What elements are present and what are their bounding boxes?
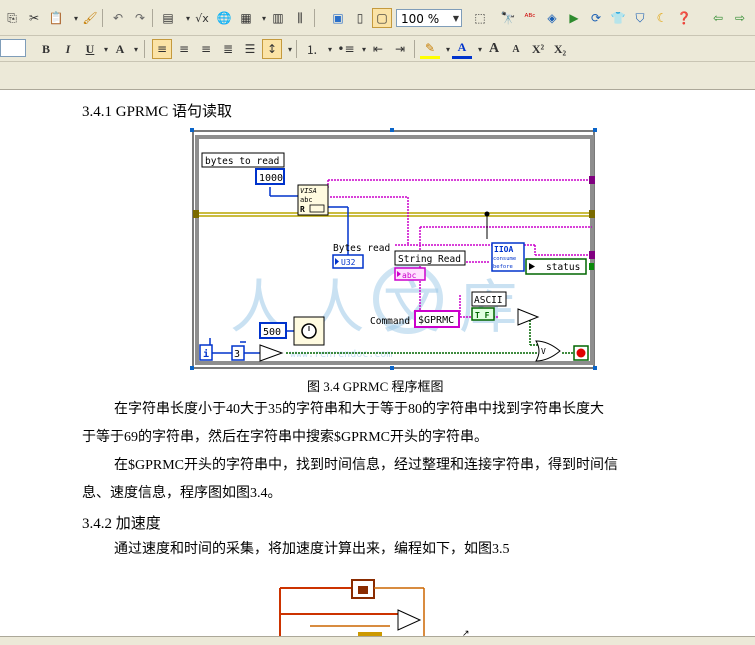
shield-icon[interactable]: ⛉ [630,8,650,28]
align-center-button[interactable]: ≡ [174,39,194,59]
formula-icon[interactable]: √x [192,8,212,28]
paragraph-1-line-1: 在字符串长度小于40大于35的字符串和大于等于80的字符串中找到字符串长度大 [114,402,604,417]
chart-icon[interactable]: ⫼ [290,8,310,28]
bullets-button[interactable]: •≡ [336,39,356,59]
toolbar-separator [102,9,103,27]
svg-text:bytes to read: bytes to read [205,156,279,167]
toolbar-separator [296,40,297,58]
watermark-url: www.renrendoc.com [290,349,392,360]
zoom-value: 100 % [401,12,440,26]
subscript-button[interactable]: X₂ [550,39,570,59]
help-icon[interactable]: ❓ [674,8,694,28]
svg-text:500: 500 [263,327,281,338]
line-spacing-dropdown-icon[interactable]: ▾ [280,39,300,59]
svg-text:1000: 1000 [259,173,283,184]
copy-icon[interactable]: ⎘ [2,8,22,28]
standard-toolbar: ⎘ ✂ 📋 ▾ 🖌 ↶ ↷ ▤ ▾ √x 🌐 ▦ ▾ ▥ ⫼ ▣ ▯ ▢ 100… [0,0,755,36]
numbering-button[interactable]: ⒈ [302,39,322,59]
table-insert-icon[interactable]: ▤ [158,8,178,28]
increase-indent-button[interactable]: ⇥ [390,39,410,59]
spellcheck-icon[interactable]: ᴬᴮᶜ [520,8,540,28]
svg-text:abc: abc [402,271,417,280]
align-right-button[interactable]: ≡ [196,39,216,59]
font-effects-dropdown-icon[interactable]: ▾ [126,39,146,59]
toolbar-separator [314,9,315,27]
svg-text:String Read: String Read [398,254,461,265]
font-size-field[interactable] [0,39,26,57]
svg-text:3: 3 [234,349,240,360]
comparison-node [517,308,540,326]
svg-text:status: status [546,262,580,273]
grid-icon[interactable]: ▦ [236,8,256,28]
svg-text:i: i [203,348,209,360]
show-hide-icon[interactable]: ▯ [350,8,370,28]
paragraph-2-line-2: 息、速度信息，程序图如图3.4。 [82,486,282,501]
justify-button[interactable]: ≣ [218,39,238,59]
bytes-read-label: Bytes read [333,243,390,254]
labview-block-diagram: 人 人 文 库 www.renrendoc.com bytes to read … [190,127,597,371]
paragraph-1-line-2: 于等于69的字符串，然后在字符串中搜索$GPRMC开头的字符串。 [82,430,489,445]
font-color-icon[interactable]: A [452,39,472,59]
columns-icon[interactable]: ▥ [268,8,288,28]
cut-icon[interactable]: ✂ [24,8,44,28]
select-objects-icon[interactable]: ⬚ [470,8,490,28]
paragraph-2-line-1: 在$GPRMC开头的字符串中，找到时间信息，经过整理和连接字符串，得到时间信 [114,458,619,473]
highlight-icon[interactable]: ✎ [420,39,440,59]
align-left-button[interactable]: ≡ [152,39,172,59]
paragraph-3: 通过速度和时间的采集，将加速度计算出来，编程如下，如图3.5 [114,542,510,557]
reading-layout-icon[interactable]: ▢ [372,8,392,28]
web-icon[interactable]: 🌐 [214,8,234,28]
svg-text:consume: consume [493,256,516,262]
binoculars-icon[interactable]: 🔭 [498,8,518,28]
chevron-down-icon: ▼ [452,14,459,23]
forward-icon[interactable]: ⇨ [730,8,750,28]
svg-text:ASCII: ASCII [474,295,503,306]
undo-icon[interactable]: ↶ [108,8,128,28]
ruler-band [0,62,755,90]
section-heading-3-4-2: 3.4.2 加速度 [82,516,161,532]
svg-text:T F: T F [475,311,490,320]
redo-icon[interactable]: ↷ [130,8,150,28]
refresh-icon[interactable]: ⟳ [586,8,606,28]
svg-text:IIOA: IIOA [494,245,513,254]
svg-text:R: R [300,205,305,214]
svg-text:U32: U32 [341,258,356,267]
figure-caption-3-4: 图 3.4 GPRMC 程序框图 [307,379,444,394]
formatting-toolbar: B I U ▾ A ▾ ≡ ≡ ≡ ≣ ☰ ↕ ▾ ⒈ ▾ •≡ ▾ ⇤ ⇥ ✎… [0,36,755,62]
section-heading-3-4-1: 3.4.1 GPRMC 语句读取 [82,104,233,120]
distribute-button[interactable]: ☰ [240,39,260,59]
svg-text:↗: ↗ [462,629,470,636]
shrink-font-button[interactable]: A [506,39,526,59]
comparison-node [397,609,422,631]
grow-font-button[interactable]: A [484,39,504,59]
or-gate [535,340,561,362]
translate-icon[interactable]: ◈ [542,8,562,28]
shirt-icon[interactable]: 👕 [608,8,628,28]
document-map-icon[interactable]: ▣ [328,8,348,28]
paste-icon[interactable]: 📋 [46,8,66,28]
superscript-button[interactable]: X² [528,39,548,59]
toolbar-separator [144,40,145,58]
command-label: Command [370,316,410,327]
moon-icon[interactable]: ☾ [652,8,672,28]
acceleration-diagram-partial: ↗ [270,574,470,639]
back-icon[interactable]: ⇦ [708,8,728,28]
play-icon[interactable]: ▶ [564,8,584,28]
svg-text:before: before [493,264,513,270]
svg-text:$GPRMC: $GPRMC [418,315,454,326]
format-painter-icon[interactable]: 🖌 [80,8,100,28]
svg-text:V: V [541,347,546,356]
svg-text:abc: abc [300,196,313,204]
line-spacing-button[interactable]: ↕ [262,39,282,59]
zoom-select[interactable]: 100 % ▼ [396,9,462,27]
svg-text:VISA: VISA [300,187,317,195]
toolbar-separator [414,40,415,58]
decrease-indent-button[interactable]: ⇤ [368,39,388,59]
greater-than-node [259,344,284,362]
toolbar-separator [152,9,153,27]
italic-button[interactable]: I [58,39,78,59]
bold-button[interactable]: B [36,39,56,59]
